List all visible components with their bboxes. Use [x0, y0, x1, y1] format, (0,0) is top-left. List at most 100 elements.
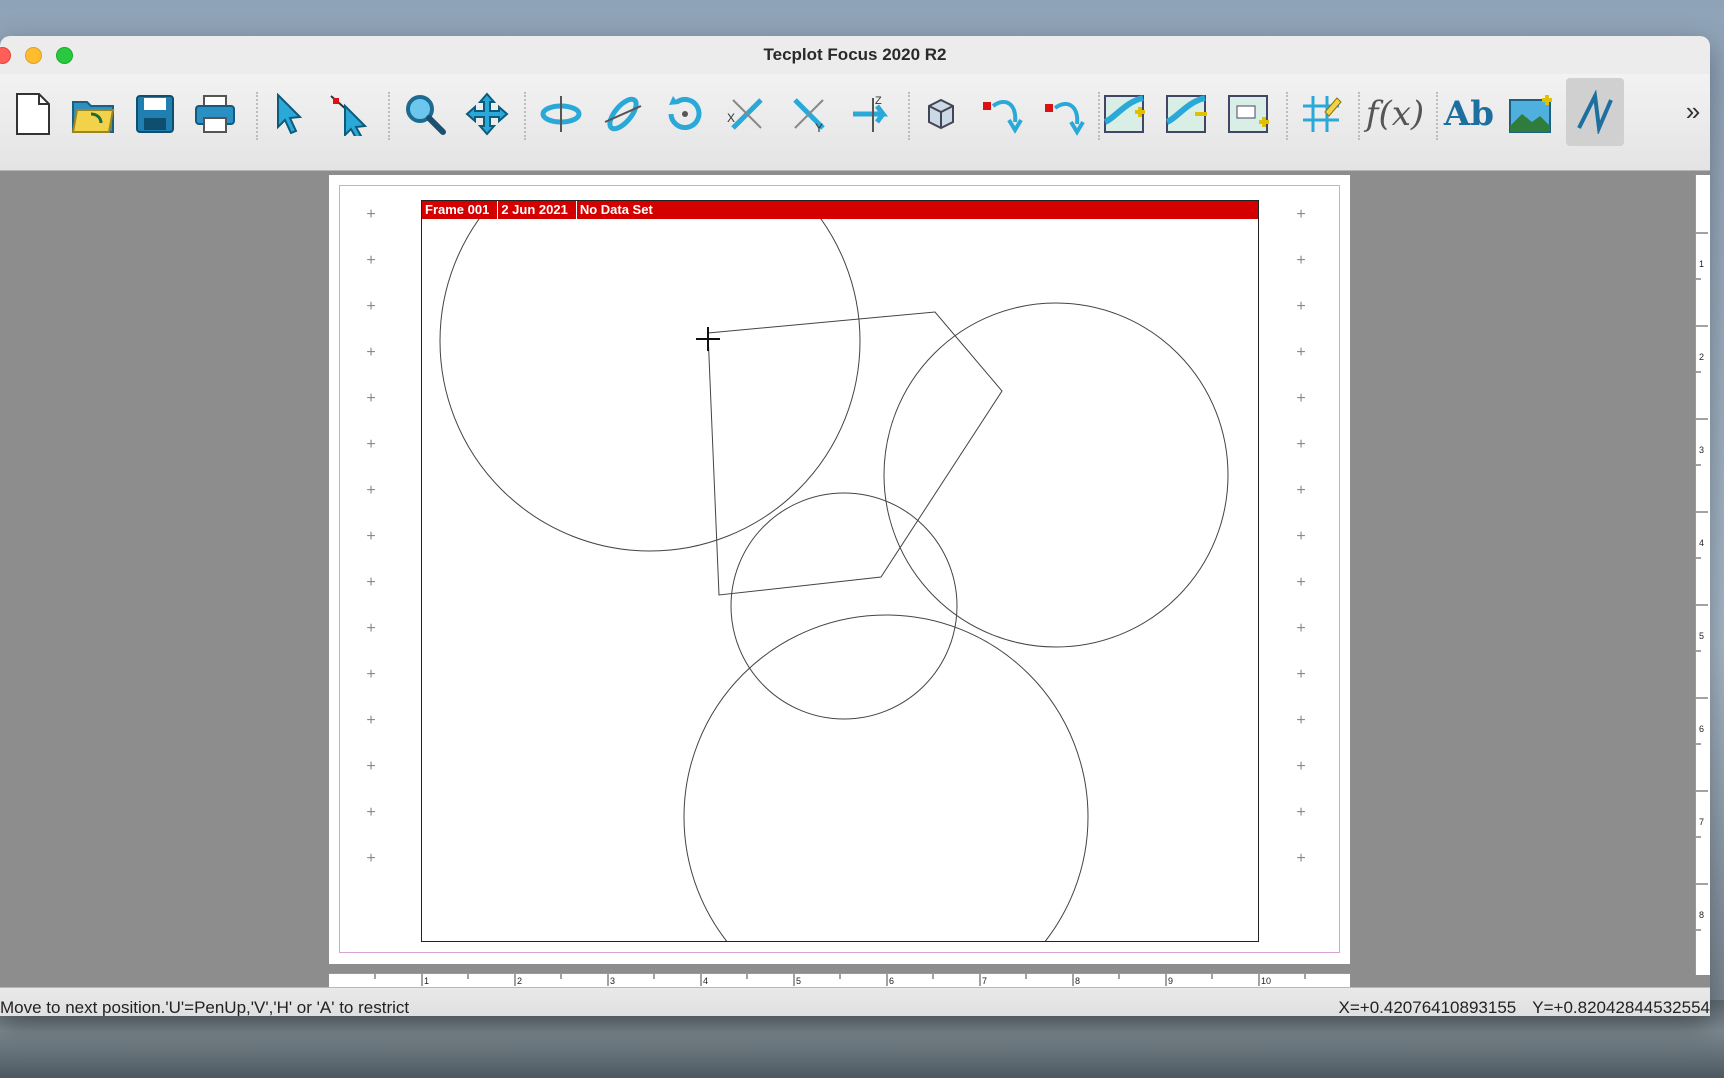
- add-contour-button[interactable]: [1100, 86, 1150, 142]
- circle-shape[interactable]: [883, 302, 1229, 648]
- text-ab-icon: Ab: [1443, 94, 1495, 134]
- grid-marker-icon: +: [1296, 206, 1306, 223]
- selector-button[interactable]: [264, 86, 314, 142]
- main-toolbar: X Y Z f(x) Ab »: [0, 74, 1710, 171]
- grid-marker-icon: +: [366, 344, 376, 361]
- ruler-label: 1: [1699, 259, 1705, 269]
- rotate-x-button[interactable]: [536, 86, 586, 142]
- coordinate-readout: X=+0.42076410893155 Y=+0.82042844532554: [1339, 998, 1711, 1016]
- rotate-y-icon: [604, 96, 642, 132]
- grid-marker-icon: +: [366, 482, 376, 499]
- rotate-yx-button[interactable]: Y: [784, 86, 834, 142]
- grid-marker-icon: +: [366, 758, 376, 775]
- grid-marker-icon: +: [366, 436, 376, 453]
- zoom-button[interactable]: [400, 86, 450, 142]
- svg-text:X: X: [727, 111, 735, 125]
- print-button[interactable]: [190, 86, 240, 142]
- ruler-label: 8: [1699, 910, 1705, 920]
- grid-marker-icon: +: [366, 206, 376, 223]
- title-bar[interactable]: Tecplot Focus 2020 R2: [0, 36, 1710, 74]
- probe-curve-2-button[interactable]: [1040, 86, 1090, 142]
- selector-arrow-icon: [277, 93, 303, 135]
- ruler-label: 2: [1699, 352, 1705, 362]
- rotate-z-button[interactable]: Z: [846, 86, 896, 142]
- rotate-xy-button[interactable]: X: [722, 86, 772, 142]
- toolbar-separator: [388, 92, 390, 140]
- add-image-button[interactable]: [1506, 86, 1556, 142]
- open-layout-button[interactable]: [68, 86, 118, 142]
- open-layout-icon: [71, 101, 115, 133]
- grid-marker-icon: +: [366, 712, 376, 729]
- probe-curve-2-icon: [1045, 102, 1085, 136]
- ruler-label: 10: [1261, 976, 1272, 986]
- grid-marker-icon: +: [1296, 620, 1306, 637]
- grid-marker-icon: +: [1296, 528, 1306, 545]
- polyline-shape[interactable]: [707, 311, 1003, 596]
- ruler-label: 2: [517, 976, 523, 986]
- new-layout-button[interactable]: [8, 86, 58, 142]
- minimize-window-button[interactable]: [25, 47, 42, 64]
- grid-marker-icon: +: [1296, 390, 1306, 407]
- close-window-button[interactable]: [0, 47, 11, 64]
- grid-marker-icon: +: [1296, 666, 1306, 683]
- grid-marker-icon: +: [1296, 344, 1306, 361]
- app-window: Tecplot Focus 2020 R2 X Y Z f(x) Ab » Fr…: [0, 36, 1710, 1016]
- ruler-label: 3: [610, 976, 616, 986]
- status-message: Move to next position.'U'=PenUp,'V','H' …: [0, 998, 410, 1016]
- save-icon: [136, 95, 174, 133]
- rotate-spherical-button[interactable]: [660, 86, 710, 142]
- rotate-xy-icon: X: [727, 98, 763, 130]
- ruler-label: 9: [1168, 976, 1174, 986]
- contour-label-button[interactable]: [1224, 86, 1274, 142]
- probe-curve-button[interactable]: [978, 86, 1028, 142]
- toolbar-separator: [524, 92, 526, 140]
- maximize-window-button[interactable]: [56, 47, 73, 64]
- ruler-label: 7: [1699, 817, 1705, 827]
- 3d-box-button[interactable]: [916, 86, 966, 142]
- ruler-label: 4: [1699, 538, 1705, 548]
- grid-marker-icon: +: [1296, 574, 1306, 591]
- ruler-label: 6: [1699, 724, 1705, 734]
- grid-marker-icon: +: [1296, 298, 1306, 315]
- drawing-canvas[interactable]: [422, 219, 1258, 941]
- frame-001[interactable]: Frame 001 2 Jun 2021 No Data Set: [421, 200, 1259, 942]
- rotate-y-button[interactable]: [598, 86, 648, 142]
- text-button[interactable]: Ab: [1444, 86, 1494, 142]
- save-button[interactable]: [130, 86, 180, 142]
- grid-marker-icon: +: [366, 298, 376, 315]
- frame-dataset: No Data Set: [579, 202, 653, 217]
- window-title: Tecplot Focus 2020 R2: [763, 45, 947, 64]
- grid-marker-icon: +: [366, 252, 376, 269]
- remove-contour-icon: [1165, 95, 1207, 133]
- polyline-button[interactable]: [1566, 78, 1624, 146]
- circle-shape[interactable]: [439, 219, 861, 552]
- svg-text:Y: Y: [815, 121, 823, 135]
- rotate-yx-icon: Y: [793, 98, 825, 135]
- fx-equation-button[interactable]: f(x): [1366, 86, 1424, 142]
- frame-header[interactable]: Frame 001 2 Jun 2021 No Data Set: [422, 201, 1258, 219]
- grid-marker-icon: +: [366, 666, 376, 683]
- horizontal-ruler: 1 2 3 4 5 6 7 8 9 10: [329, 973, 1350, 988]
- ruler-label: 8: [1075, 976, 1081, 986]
- vertical-ruler: 1 2 3 4 5 6 7 8: [1695, 175, 1710, 975]
- circle-shape[interactable]: [683, 614, 1089, 941]
- toolbar-separator: [1286, 92, 1288, 140]
- translate-button[interactable]: [462, 86, 512, 142]
- grid-marker-icon: +: [1296, 436, 1306, 453]
- new-layout-icon: [16, 93, 50, 135]
- ruler-label: 6: [889, 976, 895, 986]
- frame-name: Frame 001: [422, 201, 499, 219]
- grid-marker-icon: +: [1296, 712, 1306, 729]
- contour-label-icon: [1228, 95, 1269, 133]
- ruler-label: 4: [703, 976, 709, 986]
- remove-contour-button[interactable]: [1162, 86, 1212, 142]
- ruler-label: 5: [796, 976, 802, 986]
- toolbar-overflow-button[interactable]: »: [1678, 96, 1708, 127]
- y-coordinate: Y=+0.82042844532554: [1532, 998, 1710, 1016]
- zoom-icon: [406, 95, 446, 135]
- adjustor-button[interactable]: [324, 86, 374, 142]
- grid-marker-icon: +: [1296, 850, 1306, 867]
- slice-grid-button[interactable]: [1296, 86, 1346, 142]
- circle-shape[interactable]: [730, 492, 958, 720]
- toolbar-separator: [1436, 92, 1438, 140]
